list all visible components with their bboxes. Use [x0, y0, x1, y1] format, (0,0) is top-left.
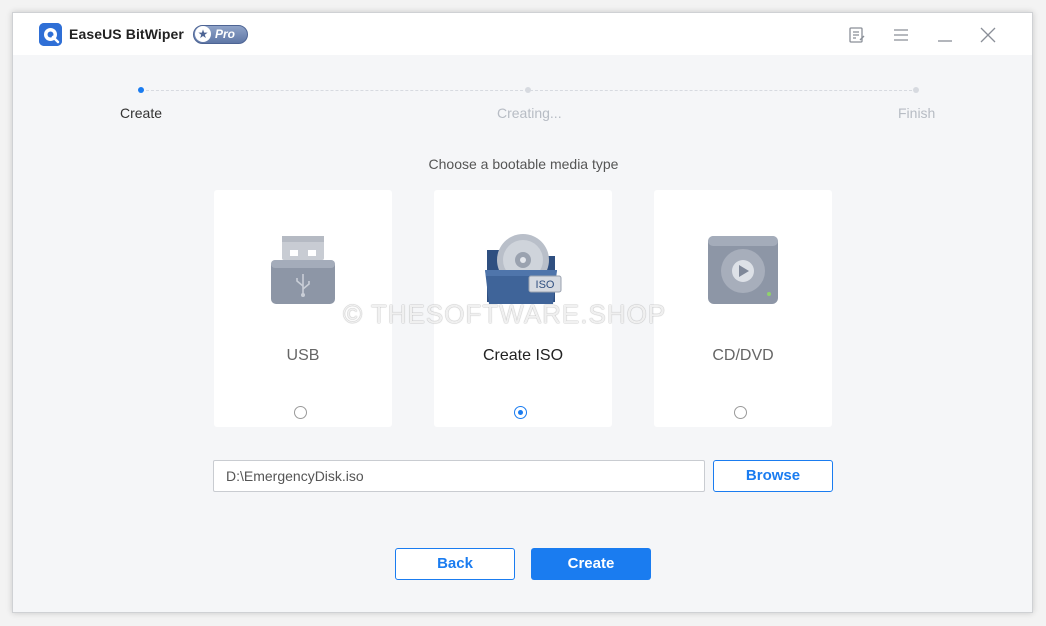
usb-drive-icon	[263, 230, 343, 310]
step-dot-creating	[525, 87, 531, 93]
radio-create-iso[interactable]	[514, 406, 527, 419]
menu-icon[interactable]	[891, 25, 911, 45]
feedback-icon[interactable]	[847, 25, 867, 45]
browse-button[interactable]: Browse	[713, 460, 833, 492]
media-option-cd-dvd[interactable]: CD/DVD	[654, 190, 832, 427]
cd-dvd-drive-icon	[703, 230, 783, 310]
media-option-label: Create ISO	[482, 347, 564, 364]
pro-badge-label: Pro	[215, 27, 236, 41]
title-bar: EaseUS BitWiper ★ Pro	[13, 13, 1032, 55]
close-icon[interactable]	[978, 25, 998, 45]
media-option-label: CD/DVD	[712, 347, 774, 364]
pro-badge: ★ Pro	[193, 25, 248, 44]
create-button[interactable]: Create	[531, 548, 651, 580]
iso-path-input[interactable]	[213, 460, 705, 492]
app-logo-icon	[39, 23, 62, 46]
svg-text:ISO: ISO	[536, 279, 555, 291]
app-window: EaseUS BitWiper ★ Pro Create Creating...…	[12, 12, 1033, 613]
step-label-finish: Finish	[898, 105, 936, 121]
media-option-label: USB	[286, 347, 320, 364]
step-dot-create	[138, 87, 144, 93]
minimize-icon[interactable]	[935, 25, 955, 45]
star-icon: ★	[195, 26, 211, 42]
app-title: EaseUS BitWiper	[69, 26, 184, 42]
iso-disc-folder-icon: ISO	[483, 230, 563, 310]
back-button[interactable]: Back	[395, 548, 515, 580]
media-type-prompt: Choose a bootable media type	[428, 156, 619, 172]
radio-usb[interactable]	[294, 406, 307, 419]
radio-cd-dvd[interactable]	[734, 406, 747, 419]
step-label-creating: Creating...	[497, 105, 562, 121]
watermark-text: © THESOFTWARE.SHOP	[343, 299, 667, 329]
step-label-create: Create	[120, 105, 163, 121]
step-dot-finish	[913, 87, 919, 93]
